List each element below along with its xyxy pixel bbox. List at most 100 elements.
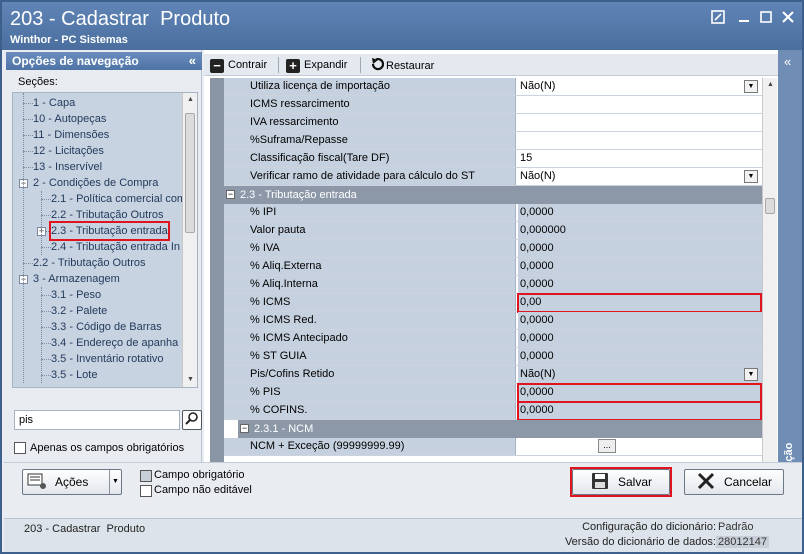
tree-item[interactable]: 3.2 - Palete [51, 303, 107, 319]
tree-item[interactable]: 2 - Condições de Compra [33, 175, 158, 191]
property-value-field[interactable] [518, 114, 762, 131]
chevron-down-icon[interactable]: ▼ [744, 170, 758, 183]
scroll-thumb[interactable] [185, 113, 195, 233]
scroll-up-icon[interactable]: ▲ [764, 78, 777, 92]
tree-connector [41, 359, 51, 360]
property-row: IVA ressarcimento [224, 114, 762, 132]
property-row: % IPI 0,0000 [224, 204, 762, 222]
tree-connector [41, 295, 51, 296]
required-only-checkbox[interactable] [14, 442, 26, 454]
scroll-down-icon[interactable]: ▼ [184, 373, 197, 387]
grid-scrollbar[interactable]: ▲ [762, 78, 777, 462]
property-value: 0,0000 [520, 350, 554, 362]
collapse-button[interactable]: − Contrair [210, 57, 267, 73]
property-value: 0,0000 [520, 332, 554, 344]
section-search-input[interactable] [14, 410, 180, 430]
property-value-field[interactable] [518, 132, 762, 149]
expand-button[interactable]: + Expandir [286, 57, 347, 73]
tree-item[interactable]: 13 - Inservível [33, 159, 102, 175]
tree-item[interactable]: 11 - Dimensões [33, 127, 109, 143]
tree-item[interactable]: 3.5 - Lote [51, 367, 97, 383]
property-value-field[interactable]: 0,0000 [518, 240, 762, 257]
chevron-down-icon[interactable]: ▼ [744, 368, 758, 381]
tree-scrollbar[interactable]: ▲ ▼ [182, 93, 197, 387]
property-name: %Suframa/Repasse [224, 132, 516, 149]
property-row: NCM + Exceção (99999999.99)... [224, 438, 762, 456]
property-value-field[interactable]: 0,0000 [518, 258, 762, 275]
property-name: IVA ressarcimento [224, 114, 516, 131]
tree-item[interactable]: 2.3 - Tributação entrada [49, 221, 170, 241]
actions-button[interactable]: Ações ▼ [22, 469, 122, 495]
close-icon[interactable] [780, 10, 796, 26]
chevron-down-icon[interactable]: ▼ [744, 80, 758, 93]
scroll-thumb[interactable] [765, 198, 775, 214]
property-value-field[interactable] [518, 96, 762, 113]
tree-item[interactable]: 2.2 - Tributação Outros [51, 207, 164, 223]
tree-item[interactable]: 10 - Autopeças [33, 111, 106, 127]
collapse-group-icon[interactable]: − [226, 190, 235, 199]
required-only-label: Apenas os campos obrigatórios [30, 442, 185, 454]
tree-item[interactable]: 3 - Armazenagem [33, 271, 120, 287]
property-value-field[interactable]: 0,00 [518, 294, 762, 311]
tree-item[interactable]: 12 - Licitações [33, 143, 104, 159]
property-value-field[interactable]: 0,0000 [518, 204, 762, 221]
title-bar: 203 - Cadastrar Produto Winthor - PC Sis… [2, 2, 802, 50]
restore-button[interactable]: Restaurar [370, 57, 434, 73]
property-value: 0,0000 [520, 404, 554, 416]
tree-item[interactable]: 2.1 - Política comercial comp [51, 191, 192, 207]
required-field-legend: Campo obrigatório [154, 469, 245, 481]
search-button[interactable] [182, 410, 202, 430]
property-value-field[interactable]: 0,0000 [518, 402, 762, 419]
property-value-field[interactable]: 0,0000 [518, 312, 762, 329]
property-value-field[interactable]: ... [518, 438, 762, 455]
collapse-info-icon[interactable]: « [784, 54, 791, 69]
property-value: 0,00 [520, 296, 542, 308]
property-name: % IVA [224, 240, 516, 257]
sections-tree[interactable]: 1 - Capa 10 - Autopeças 11 - Dimensões 12 -… [12, 92, 198, 388]
tree-item[interactable]: 3.5 - Inventário rotativo [51, 351, 164, 367]
tree-connector [41, 375, 51, 376]
maximize-icon[interactable] [758, 10, 774, 26]
property-value-field[interactable]: 15 [518, 150, 762, 167]
cancel-button[interactable]: Cancelar [684, 469, 784, 495]
tree-item[interactable]: 1 - Capa [33, 95, 75, 111]
restore-icon[interactable] [710, 10, 726, 26]
collapse-group-icon[interactable]: − [240, 424, 249, 433]
toolbar: − Contrair + Expandir Restaurar [204, 54, 778, 76]
property-group-header[interactable]: −2.3.1 - NCM [238, 420, 762, 438]
scroll-up-icon[interactable]: ▲ [184, 93, 197, 107]
property-dropdown[interactable]: Não(N) ▼ [518, 366, 762, 383]
save-button[interactable]: Salvar [572, 469, 670, 495]
property-value-field[interactable]: 0,0000 [518, 330, 762, 347]
tree-item[interactable]: 3.1 - Peso [51, 287, 101, 303]
required-field-legend-swatch [140, 470, 152, 482]
tree-connector [23, 119, 33, 120]
tree-item[interactable]: 3.4 - Endereço de apanha [51, 335, 178, 351]
property-group-header[interactable]: −2.3 - Tributação entrada [224, 186, 762, 204]
property-dropdown[interactable]: Não(N) ▼ [518, 78, 762, 95]
chevron-down-icon[interactable]: ▼ [109, 470, 121, 494]
tree-item[interactable]: 2.4 - Tributação entrada In [51, 239, 180, 255]
collapse-nav-icon[interactable]: « [189, 53, 196, 68]
property-value-field[interactable]: 0,000000 [518, 222, 762, 239]
tree-connector [41, 287, 42, 383]
property-value-field[interactable]: 0,0000 [518, 348, 762, 365]
actions-icon [27, 473, 46, 489]
property-name: Utiliza licença de importação [224, 78, 516, 95]
minus-icon: − [210, 59, 224, 73]
property-value-field[interactable]: 0,0000 [518, 384, 762, 401]
tree-item[interactable]: 3.3 - Código de Barras [51, 319, 162, 335]
ellipsis-button[interactable]: ... [598, 439, 616, 453]
property-row: Classificação fiscal(Tare DF) 15 [224, 150, 762, 168]
property-value-field[interactable]: 0,0000 [518, 276, 762, 293]
info-panel-strip[interactable]: « Informação [778, 50, 802, 502]
property-dropdown[interactable]: Não(N) ▼ [518, 168, 762, 185]
property-row: % PIS 0,0000 [224, 384, 762, 402]
tree-connector [23, 151, 33, 152]
property-value: 15 [520, 152, 533, 164]
status-bar: 203 - Cadastrar Produto Configuração do … [4, 518, 802, 552]
property-row: % Aliq.Interna 0,0000 [224, 276, 762, 294]
tree-item[interactable]: 2.2 - Tributação Outros [33, 255, 146, 271]
property-value: 0,0000 [520, 386, 554, 398]
minimize-icon[interactable] [736, 10, 752, 26]
